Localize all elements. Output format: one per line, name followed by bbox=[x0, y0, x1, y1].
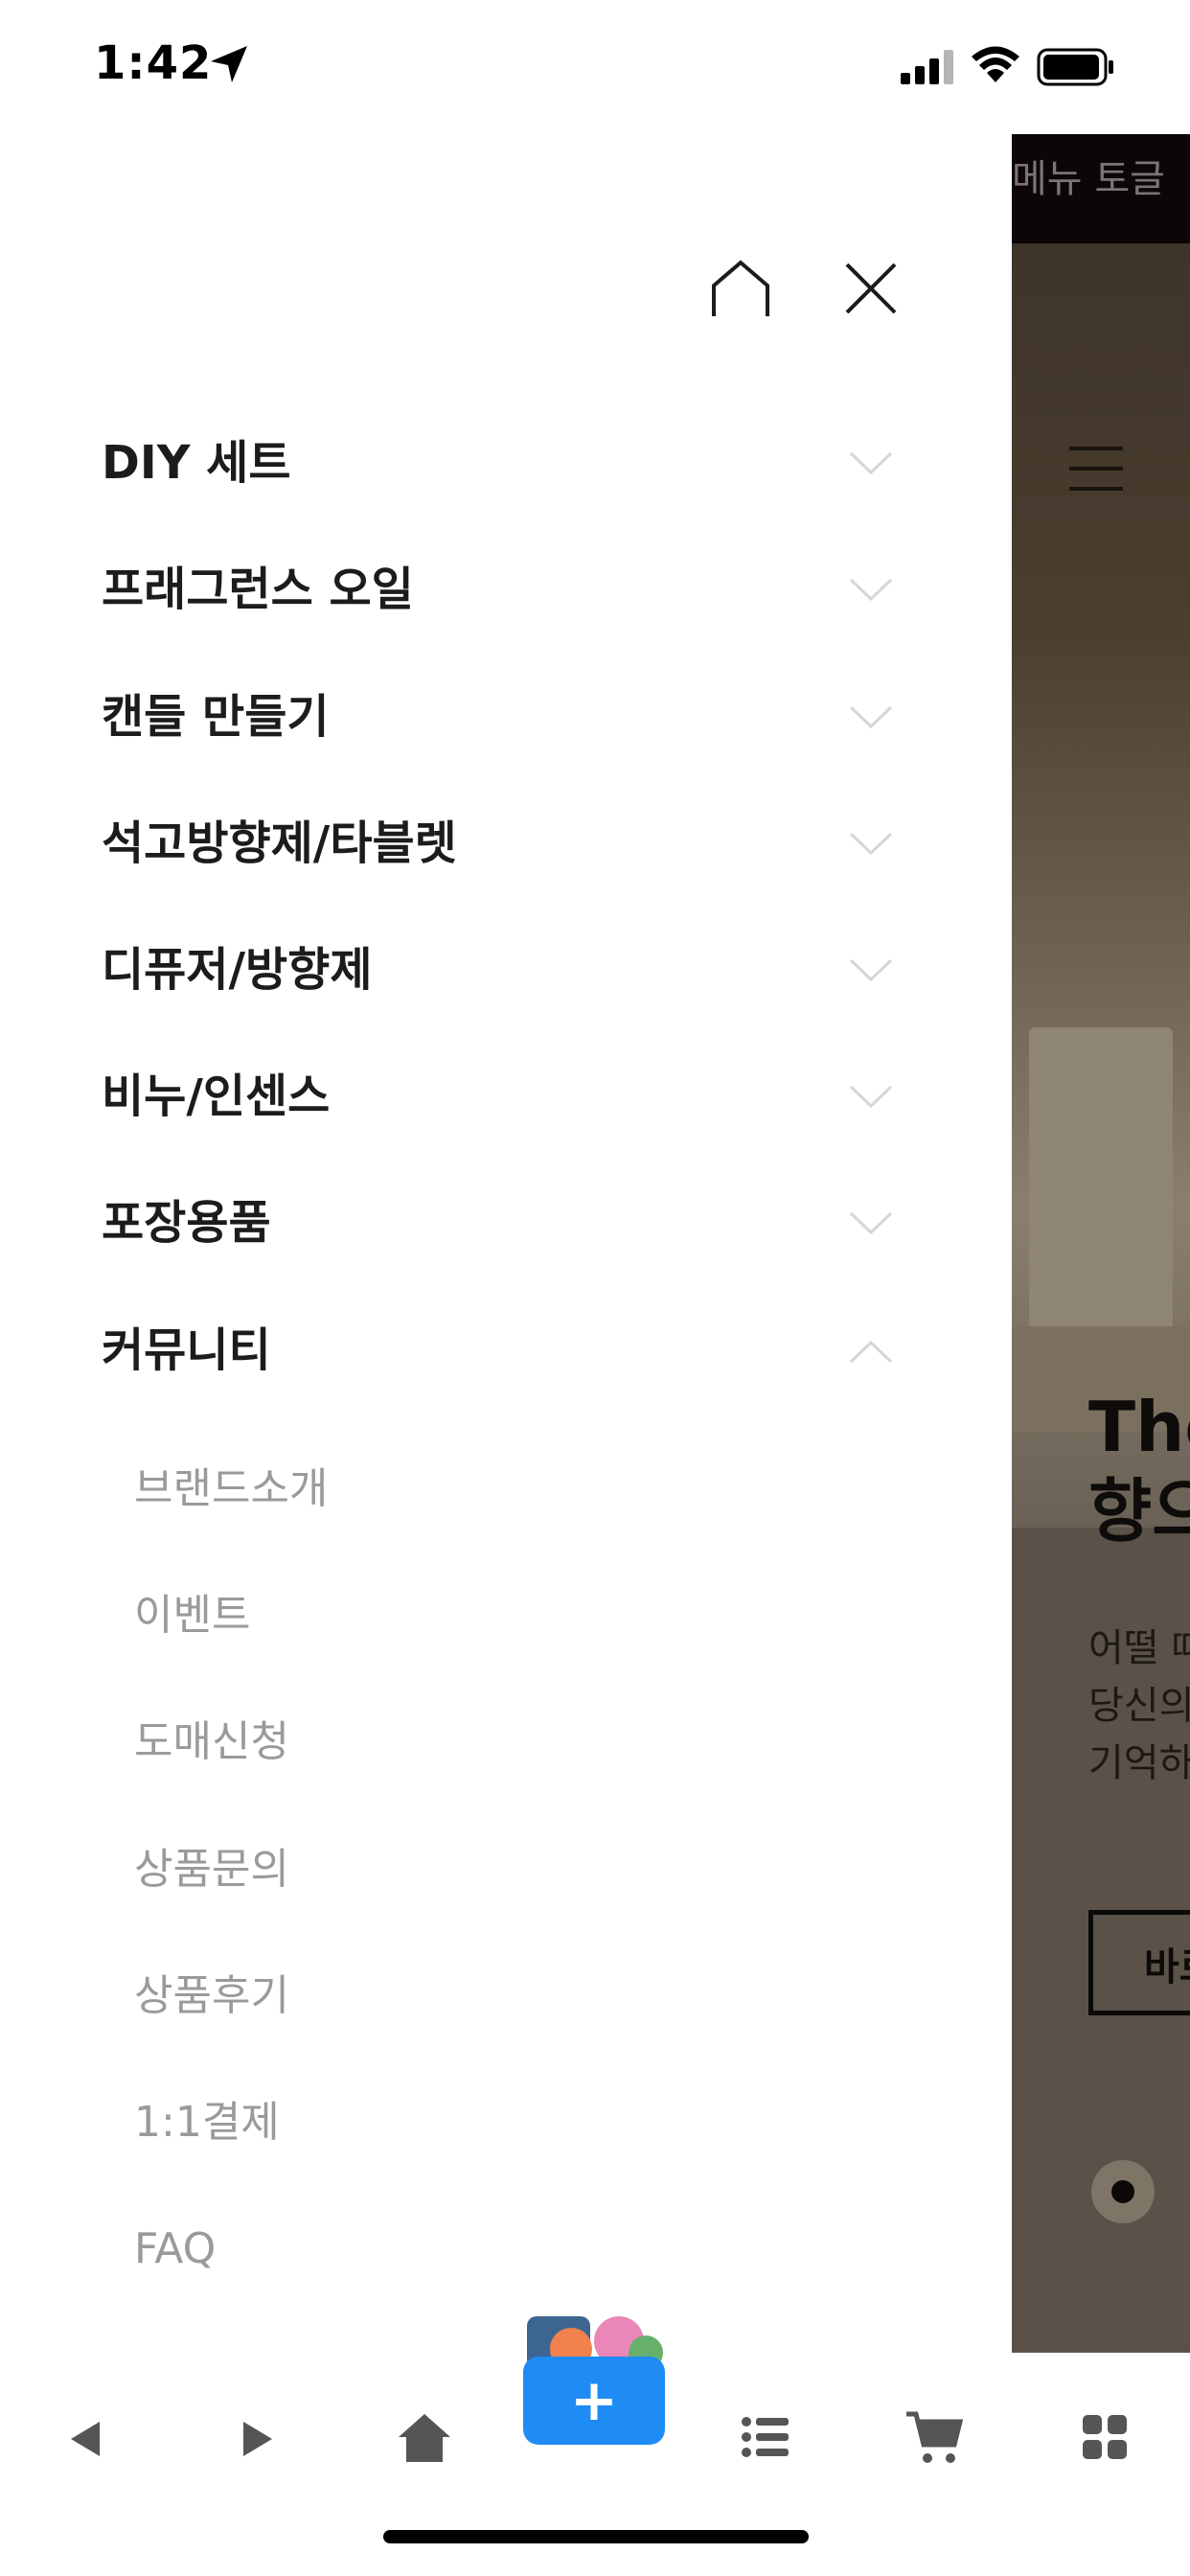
hero-body-line3: 기억하 bbox=[1088, 1741, 1190, 1785]
close-icon[interactable] bbox=[837, 255, 904, 322]
chevron-down-icon[interactable] bbox=[847, 947, 895, 995]
hero-headline-line1: The bbox=[1088, 1387, 1190, 1467]
wifi-icon bbox=[972, 46, 1019, 82]
candle-image bbox=[1029, 1027, 1173, 1334]
background-page[interactable]: 메뉴 토글 bbox=[1012, 134, 1190, 2353]
menu-item-label: 석고방향제/타블렛 bbox=[102, 816, 457, 870]
hero-body-text: 어떨 때 당신의 기억하 bbox=[1088, 1620, 1190, 1792]
chevron-up-icon[interactable] bbox=[847, 1327, 895, 1375]
submenu-item-label: 1:1결제 bbox=[134, 2098, 280, 2147]
menu-item-label: DIY 세트 bbox=[102, 436, 291, 490]
menu-item-community[interactable]: 커뮤니티 bbox=[0, 1287, 1012, 1414]
menu-item-label: 디퓨저/방향제 bbox=[102, 943, 373, 997]
list-icon[interactable] bbox=[742, 2416, 790, 2458]
menu-toggle-label[interactable]: 메뉴 토글 bbox=[1012, 148, 1165, 203]
forward-icon[interactable] bbox=[238, 2418, 276, 2460]
chevron-down-icon[interactable] bbox=[847, 566, 895, 614]
grid-icon[interactable] bbox=[1083, 2415, 1127, 2459]
submenu-item-label: 도매신청 bbox=[134, 1717, 289, 1766]
cart-icon[interactable] bbox=[904, 2410, 964, 2466]
hero-body-line2: 당신의 bbox=[1088, 1684, 1190, 1728]
submenu-item-brand-intro[interactable]: 브랜드소개 bbox=[0, 1426, 1012, 1552]
chevron-down-icon[interactable] bbox=[847, 1200, 895, 1248]
chevron-down-icon[interactable] bbox=[847, 440, 895, 488]
status-time: 1:42 bbox=[94, 36, 213, 90]
menu-item-diffuser[interactable]: 디퓨저/방향제 bbox=[0, 907, 1012, 1033]
menu-item-label: 포장용품 bbox=[102, 1196, 271, 1250]
hero-headline: The 향으 bbox=[1088, 1385, 1190, 1553]
menu-item-fragrance-oil[interactable]: 프래그런스 오일 bbox=[0, 526, 1012, 653]
battery-icon bbox=[1037, 48, 1113, 86]
slider-dot bbox=[1111, 2180, 1134, 2203]
menu-item-plaster-tablet[interactable]: 석고방향제/타블렛 bbox=[0, 780, 1012, 907]
hero-headline-line2: 향으 bbox=[1088, 1471, 1190, 1552]
submenu-item-label: 상품문의 bbox=[134, 1845, 289, 1894]
hero-body-line1: 어떨 때 bbox=[1088, 1626, 1190, 1670]
submenu-item-product-inquiry[interactable]: 상품문의 bbox=[0, 1806, 1012, 1933]
menu-item-label: 비누/인센스 bbox=[102, 1070, 331, 1123]
submenu-item-event[interactable]: 이벤트 bbox=[0, 1552, 1012, 1679]
status-bar: 1:42 bbox=[0, 0, 1190, 134]
submenu-item-product-review[interactable]: 상품후기 bbox=[0, 1933, 1012, 2059]
home-indicator[interactable] bbox=[383, 2530, 809, 2543]
submenu-item-label: 브랜드소개 bbox=[134, 1464, 329, 1513]
menu-item-label: 커뮤니티 bbox=[102, 1323, 271, 1377]
submenu-item-label: 이벤트 bbox=[134, 1591, 251, 1640]
menu-item-label: 캔들 만들기 bbox=[102, 690, 330, 744]
cellular-signal-icon bbox=[901, 50, 953, 84]
chevron-down-icon[interactable] bbox=[847, 694, 895, 742]
submenu-item-wholesale[interactable]: 도매신청 bbox=[0, 1679, 1012, 1806]
hero-button-label: 바로 bbox=[1144, 1945, 1190, 1990]
menu-item-soap-incense[interactable]: 비누/인센스 bbox=[0, 1033, 1012, 1160]
menu-item-label: 프래그런스 오일 bbox=[102, 563, 414, 616]
home-icon[interactable] bbox=[397, 2412, 452, 2464]
home-icon[interactable] bbox=[707, 257, 774, 324]
back-icon[interactable] bbox=[67, 2418, 105, 2460]
chevron-down-icon[interactable] bbox=[847, 1073, 895, 1121]
add-icon: + bbox=[569, 2367, 619, 2434]
hamburger-menu-icon[interactable] bbox=[1069, 447, 1123, 491]
background-header: 메뉴 토글 bbox=[1012, 134, 1190, 243]
hero-photo bbox=[1012, 243, 1190, 1528]
location-arrow-icon bbox=[211, 46, 247, 82]
submenu-item-label: FAQ bbox=[134, 2224, 217, 2273]
menu-item-packaging[interactable]: 포장용품 bbox=[0, 1160, 1012, 1286]
submenu-item-label: 상품후기 bbox=[134, 1971, 289, 2020]
submenu-item-payment[interactable]: 1:1결제 bbox=[0, 2059, 1012, 2186]
submenu-item-faq[interactable]: FAQ bbox=[0, 2186, 1012, 2312]
menu-item-candle-making[interactable]: 캔들 만들기 bbox=[0, 654, 1012, 780]
menu-item-diy-set[interactable]: DIY 세트 bbox=[0, 400, 1012, 526]
side-drawer: DIY 세트 프래그런스 오일 캔들 만들기 석고방향제/타블렛 디퓨저/방향제… bbox=[0, 134, 1012, 2353]
chevron-down-icon[interactable] bbox=[847, 820, 895, 868]
add-button[interactable]: + bbox=[523, 2314, 667, 2445]
